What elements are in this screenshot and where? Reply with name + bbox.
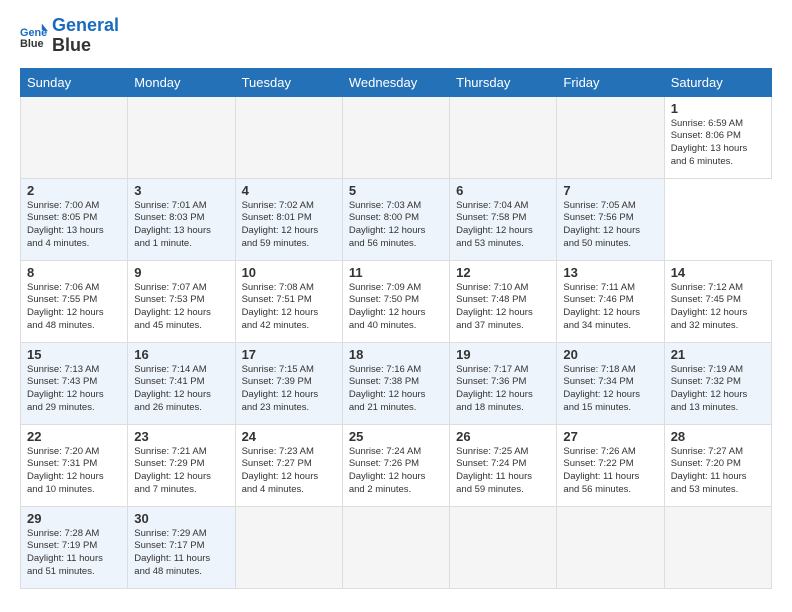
empty-cell [557, 96, 664, 178]
header-day-monday: Monday [128, 68, 235, 96]
calendar-week-1: 1Sunrise: 6:59 AMSunset: 8:06 PMDaylight… [21, 96, 772, 178]
calendar-day-8: 8Sunrise: 7:06 AMSunset: 7:55 PMDaylight… [21, 260, 128, 342]
calendar-day-20: 20Sunrise: 7:18 AMSunset: 7:34 PMDayligh… [557, 342, 664, 424]
header: General Blue GeneralBlue [20, 16, 772, 56]
calendar-day-18: 18Sunrise: 7:16 AMSunset: 7:38 PMDayligh… [342, 342, 449, 424]
calendar-day-29: 29Sunrise: 7:28 AMSunset: 7:19 PMDayligh… [21, 506, 128, 588]
calendar-day-3: 3Sunrise: 7:01 AMSunset: 8:03 PMDaylight… [128, 178, 235, 260]
calendar-day-25: 25Sunrise: 7:24 AMSunset: 7:26 PMDayligh… [342, 424, 449, 506]
empty-cell [557, 506, 664, 588]
empty-cell [235, 506, 342, 588]
empty-cell [342, 506, 449, 588]
empty-cell [664, 506, 771, 588]
calendar-day-15: 15Sunrise: 7:13 AMSunset: 7:43 PMDayligh… [21, 342, 128, 424]
empty-cell [128, 96, 235, 178]
calendar-day-11: 11Sunrise: 7:09 AMSunset: 7:50 PMDayligh… [342, 260, 449, 342]
calendar-day-19: 19Sunrise: 7:17 AMSunset: 7:36 PMDayligh… [450, 342, 557, 424]
calendar-day-10: 10Sunrise: 7:08 AMSunset: 7:51 PMDayligh… [235, 260, 342, 342]
header-day-sunday: Sunday [21, 68, 128, 96]
empty-cell [450, 506, 557, 588]
calendar-day-13: 13Sunrise: 7:11 AMSunset: 7:46 PMDayligh… [557, 260, 664, 342]
page-container: General Blue GeneralBlue SundayMondayTue… [0, 0, 792, 599]
calendar-day-21: 21Sunrise: 7:19 AMSunset: 7:32 PMDayligh… [664, 342, 771, 424]
calendar-day-9: 9Sunrise: 7:07 AMSunset: 7:53 PMDaylight… [128, 260, 235, 342]
calendar-day-26: 26Sunrise: 7:25 AMSunset: 7:24 PMDayligh… [450, 424, 557, 506]
calendar-day-23: 23Sunrise: 7:21 AMSunset: 7:29 PMDayligh… [128, 424, 235, 506]
empty-cell [342, 96, 449, 178]
calendar-day-17: 17Sunrise: 7:15 AMSunset: 7:39 PMDayligh… [235, 342, 342, 424]
calendar-week-4: 15Sunrise: 7:13 AMSunset: 7:43 PMDayligh… [21, 342, 772, 424]
logo: General Blue GeneralBlue [20, 16, 119, 56]
empty-cell [235, 96, 342, 178]
calendar-day-4: 4Sunrise: 7:02 AMSunset: 8:01 PMDaylight… [235, 178, 342, 260]
header-day-friday: Friday [557, 68, 664, 96]
header-day-thursday: Thursday [450, 68, 557, 96]
calendar-day-5: 5Sunrise: 7:03 AMSunset: 8:00 PMDaylight… [342, 178, 449, 260]
logo-text: GeneralBlue [52, 16, 119, 56]
calendar-day-28: 28Sunrise: 7:27 AMSunset: 7:20 PMDayligh… [664, 424, 771, 506]
calendar-day-12: 12Sunrise: 7:10 AMSunset: 7:48 PMDayligh… [450, 260, 557, 342]
calendar-day-1: 1Sunrise: 6:59 AMSunset: 8:06 PMDaylight… [664, 96, 771, 178]
calendar-week-5: 22Sunrise: 7:20 AMSunset: 7:31 PMDayligh… [21, 424, 772, 506]
calendar-day-2: 2Sunrise: 7:00 AMSunset: 8:05 PMDaylight… [21, 178, 128, 260]
calendar-day-22: 22Sunrise: 7:20 AMSunset: 7:31 PMDayligh… [21, 424, 128, 506]
calendar-day-7: 7Sunrise: 7:05 AMSunset: 7:56 PMDaylight… [557, 178, 664, 260]
calendar-day-27: 27Sunrise: 7:26 AMSunset: 7:22 PMDayligh… [557, 424, 664, 506]
calendar-table: SundayMondayTuesdayWednesdayThursdayFrid… [20, 68, 772, 589]
empty-cell [450, 96, 557, 178]
calendar-day-6: 6Sunrise: 7:04 AMSunset: 7:58 PMDaylight… [450, 178, 557, 260]
calendar-day-30: 30Sunrise: 7:29 AMSunset: 7:17 PMDayligh… [128, 506, 235, 588]
calendar-day-24: 24Sunrise: 7:23 AMSunset: 7:27 PMDayligh… [235, 424, 342, 506]
calendar-week-2: 2Sunrise: 7:00 AMSunset: 8:05 PMDaylight… [21, 178, 772, 260]
header-day-saturday: Saturday [664, 68, 771, 96]
calendar-day-16: 16Sunrise: 7:14 AMSunset: 7:41 PMDayligh… [128, 342, 235, 424]
calendar-week-6: 29Sunrise: 7:28 AMSunset: 7:19 PMDayligh… [21, 506, 772, 588]
header-day-tuesday: Tuesday [235, 68, 342, 96]
header-day-wednesday: Wednesday [342, 68, 449, 96]
header-row: SundayMondayTuesdayWednesdayThursdayFrid… [21, 68, 772, 96]
logo-icon: General Blue [20, 22, 48, 50]
calendar-day-14: 14Sunrise: 7:12 AMSunset: 7:45 PMDayligh… [664, 260, 771, 342]
empty-cell [21, 96, 128, 178]
svg-text:Blue: Blue [20, 38, 44, 50]
calendar-week-3: 8Sunrise: 7:06 AMSunset: 7:55 PMDaylight… [21, 260, 772, 342]
